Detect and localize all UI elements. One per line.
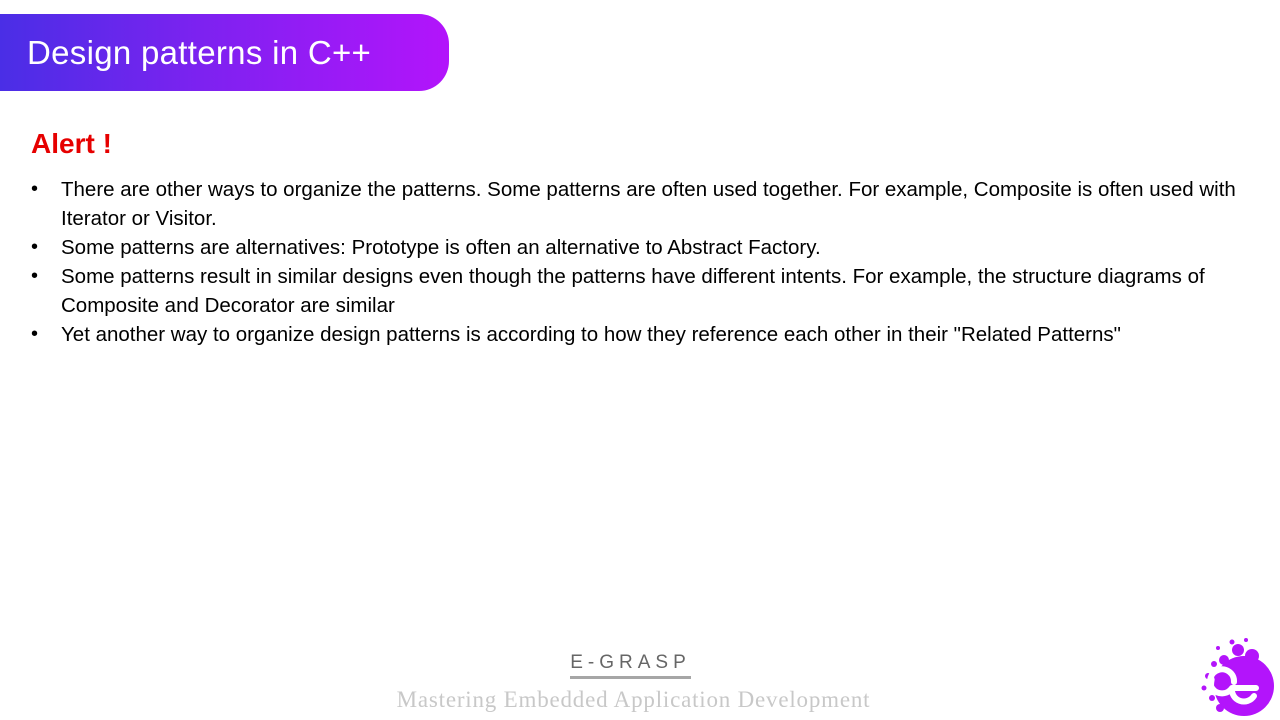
bullet-item: • Yet another way to organize design pat… bbox=[0, 320, 1260, 349]
bullet-list: • There are other ways to organize the p… bbox=[0, 175, 1260, 349]
alert-heading: Alert ! bbox=[31, 128, 112, 159]
slide-title: Design patterns in C++ bbox=[27, 33, 372, 71]
footer-tagline: Mastering Embedded Application Developme… bbox=[396, 687, 871, 712]
slide: Design patterns in C++ Alert ! • There a… bbox=[0, 0, 1280, 720]
bullet-text: Some patterns result in similar designs … bbox=[61, 265, 1205, 317]
bullet-item: • There are other ways to organize the p… bbox=[0, 175, 1260, 233]
bullet-text: There are other ways to organize the pat… bbox=[61, 178, 1236, 230]
bullet-marker: • bbox=[31, 265, 39, 287]
footer-brand: E-GRASP bbox=[570, 652, 691, 679]
bullet-item: • Some patterns are alternatives: Protot… bbox=[0, 233, 1260, 262]
title-banner: Design patterns in C++ bbox=[0, 14, 449, 91]
bullet-marker: • bbox=[31, 178, 39, 200]
bullet-marker: • bbox=[31, 236, 39, 258]
bullet-item: • Some patterns result in similar design… bbox=[0, 262, 1260, 320]
e-grasp-logo-icon bbox=[1201, 638, 1274, 716]
bullet-marker: • bbox=[31, 323, 39, 345]
bullet-text: Yet another way to organize design patte… bbox=[61, 323, 1121, 346]
bullet-text: Some patterns are alternatives: Prototyp… bbox=[61, 236, 821, 259]
